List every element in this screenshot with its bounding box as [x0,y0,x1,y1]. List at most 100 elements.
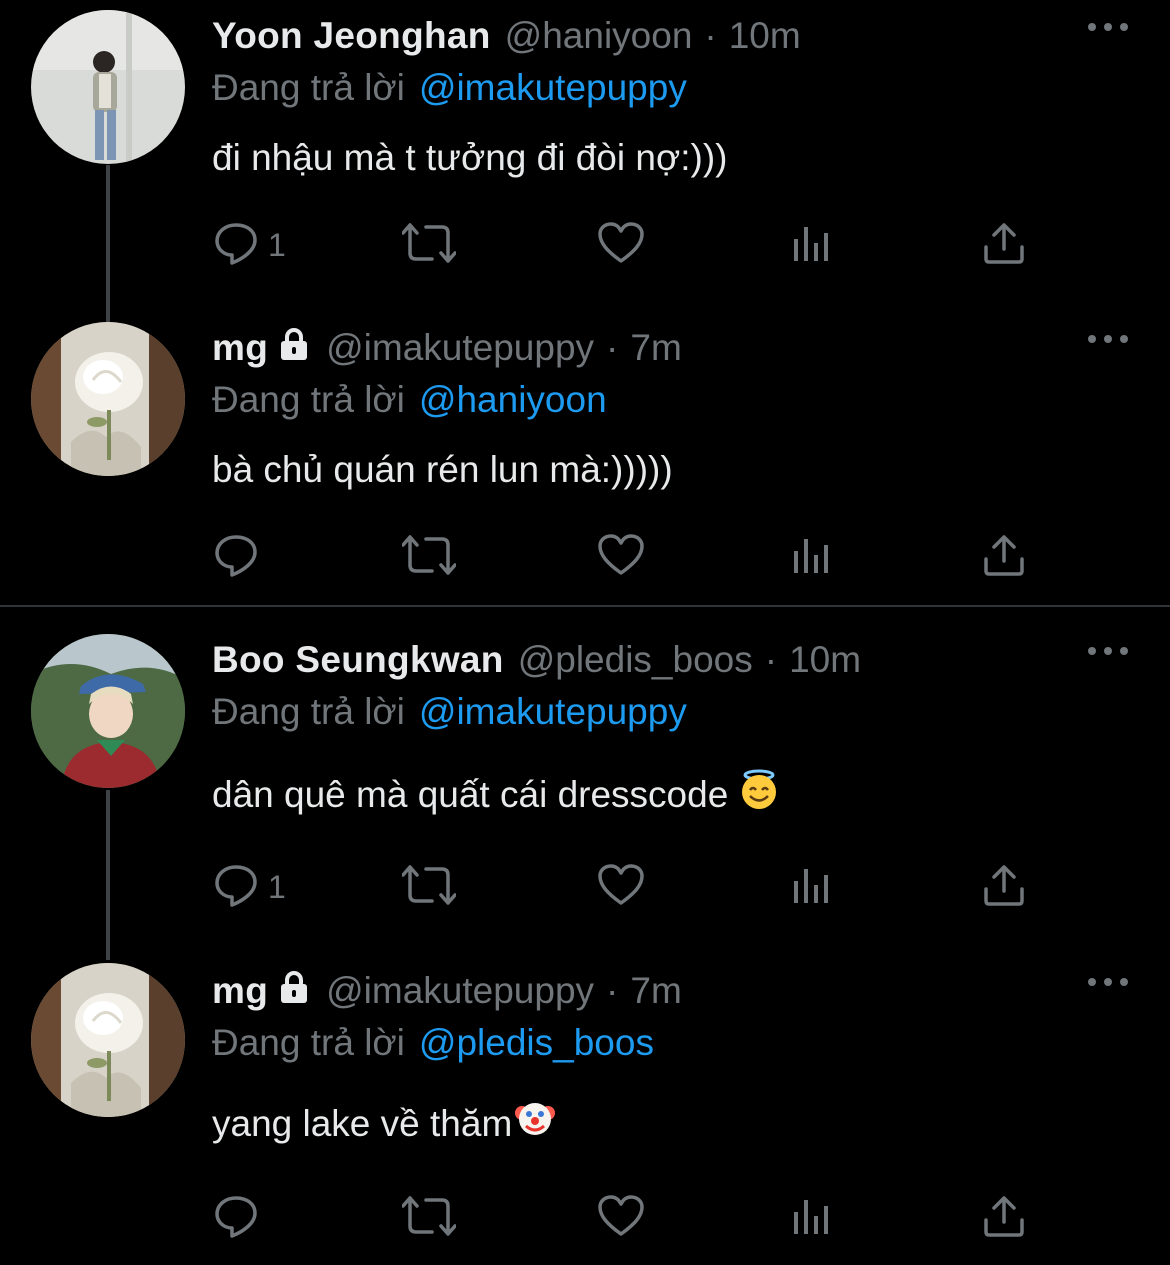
replying-to-label: Đang trả lời [212,691,405,732]
tweet-text-content: bà chủ quán rén lun mà:))))) [212,449,673,490]
reply-mention-link[interactable]: @pledis_boos [419,1022,654,1064]
avatar[interactable] [31,322,185,476]
separator-dot: · [704,15,717,56]
share-icon [982,221,1026,270]
lock-icon [280,327,308,369]
reply-button[interactable]: 1 [212,220,286,270]
analytics-icon [792,535,832,580]
reply-button[interactable] [212,532,268,582]
lock-icon [280,970,308,1012]
tweet-text: bà chủ quán rén lun mà:))))) [212,446,1130,494]
display-name[interactable]: mg [212,327,268,369]
reply-feed: Yoon Jeonghan @haniyoon · 10m Đang trả l… [0,0,1170,1265]
avatar[interactable] [31,10,185,164]
handle[interactable]: @imakutepuppy [326,970,594,1012]
tweet-text: đi nhậu mà t tưởng đi đòi nợ:))) [212,134,1130,182]
share-icon [982,533,1026,582]
more-options-icon[interactable] [1088,332,1128,346]
handle[interactable]: @haniyoon [505,15,693,57]
retweet-button[interactable] [401,220,457,270]
share-button[interactable] [982,1193,1026,1243]
tweet-text: yang lake về thăm [212,1097,1130,1151]
timestamp[interactable]: 7m [630,327,681,369]
like-button[interactable] [597,220,645,270]
avatar-image [31,963,185,1117]
replying-to-label: Đang trả lời [212,1022,405,1063]
tweet[interactable]: Yoon Jeonghan @haniyoon · 10m Đang trả l… [0,0,1170,300]
heart-icon [597,1194,645,1243]
retweet-button[interactable] [401,862,457,912]
share-button[interactable] [982,532,1026,582]
heart-icon [597,533,645,582]
heart-icon [597,863,645,912]
tweet-text-content: yang lake về thăm [212,1103,513,1144]
more-options-icon[interactable] [1088,20,1128,34]
display-name[interactable]: mg [212,970,268,1012]
analytics-button[interactable] [792,532,832,582]
share-icon [982,863,1026,912]
tweet[interactable]: mg @imakutepuppy · 7m Đang trả lời @pled… [0,955,1170,1255]
action-bar: 1 [212,862,1032,912]
tweet-text-content: đi nhậu mà t tưởng đi đòi nợ:))) [212,137,728,178]
reply-mention-link[interactable]: @haniyoon [419,379,607,421]
reply-icon [212,861,260,914]
retweet-icon [401,1194,457,1243]
tweet[interactable]: mg @imakutepuppy · 7m Đang trả lời @hani… [0,312,1170,602]
conversation-divider [0,605,1170,607]
separator-dot: · [606,970,619,1011]
retweet-icon [401,863,457,912]
like-button[interactable] [597,862,645,912]
like-button[interactable] [597,1193,645,1243]
display-name[interactable]: Yoon Jeonghan [212,15,491,57]
avatar-image [31,322,185,476]
action-bar [212,532,1032,582]
share-button[interactable] [982,220,1026,270]
halo-smile-emoji-icon [738,768,780,822]
avatar-image [31,634,185,788]
reply-icon [212,1192,260,1245]
reply-button[interactable]: 1 [212,862,286,912]
avatar[interactable] [31,634,185,788]
share-button[interactable] [982,862,1026,912]
clown-face-emoji-icon [514,1097,556,1151]
handle[interactable]: @imakutepuppy [326,327,594,369]
avatar[interactable] [31,963,185,1117]
reply-mention-link[interactable]: @imakutepuppy [419,67,687,109]
reply-icon [212,531,260,584]
analytics-button[interactable] [792,1193,832,1243]
more-options-icon[interactable] [1088,644,1128,658]
reply-mention-link[interactable]: @imakutepuppy [419,691,687,733]
tweet-text-content: dân quê mà quất cái dresscode [212,774,729,815]
tweet[interactable]: Boo Seungkwan @pledis_boos · 10m Đang tr… [0,624,1170,934]
retweet-icon [401,221,457,270]
reply-count: 1 [268,868,286,905]
retweet-button[interactable] [401,1193,457,1243]
retweet-icon [401,533,457,582]
analytics-button[interactable] [792,862,832,912]
handle[interactable]: @pledis_boos [518,639,753,681]
analytics-icon [792,865,832,910]
retweet-button[interactable] [401,532,457,582]
timestamp[interactable]: 10m [789,639,861,681]
action-bar: 1 [212,220,1032,270]
replying-to-label: Đang trả lời [212,67,405,108]
reply-icon [212,219,260,272]
replying-to-label: Đang trả lời [212,379,405,420]
analytics-icon [792,1196,832,1241]
analytics-icon [792,223,832,268]
like-button[interactable] [597,532,645,582]
tweet-text: dân quê mà quất cái dresscode [212,768,1130,822]
timestamp[interactable]: 10m [729,15,801,57]
analytics-button[interactable] [792,220,832,270]
more-options-icon[interactable] [1088,975,1128,989]
separator-dot: · [764,639,778,680]
timestamp[interactable]: 7m [630,970,681,1012]
share-icon [982,1194,1026,1243]
action-bar [212,1193,1032,1243]
reply-count: 1 [268,226,286,263]
heart-icon [597,221,645,270]
separator-dot: · [606,327,619,368]
avatar-image [31,10,185,164]
display-name[interactable]: Boo Seungkwan [212,639,504,681]
reply-button[interactable] [212,1193,268,1243]
